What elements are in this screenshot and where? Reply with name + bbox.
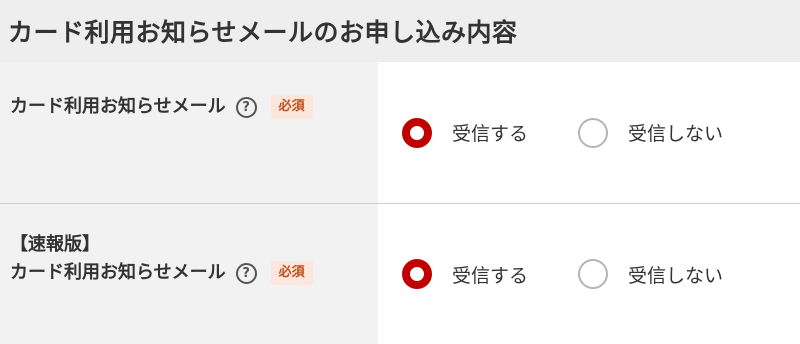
- radio-button-checked[interactable]: [402, 259, 432, 289]
- required-badge: 必須: [270, 95, 313, 119]
- field-label: カード利用お知らせメール: [10, 262, 226, 283]
- label-line: カード利用お知らせメール ? 必須: [10, 258, 370, 288]
- form-row-card-usage-mail-express: 【速報版】 カード利用お知らせメール ? 必須 受信する 受信しない: [0, 204, 800, 344]
- radio-option-receive[interactable]: 受信する: [402, 117, 528, 148]
- required-badge: 必須: [270, 261, 313, 285]
- section-header: カード利用お知らせメールのお申し込み内容: [0, 0, 800, 62]
- label-cell: 【速報版】 カード利用お知らせメール ? 必須: [0, 204, 378, 344]
- radio-group: 受信する 受信しない: [378, 204, 800, 344]
- radio-button-checked[interactable]: [402, 117, 432, 148]
- radio-label[interactable]: 受信しない: [628, 261, 723, 288]
- radio-label[interactable]: 受信しない: [628, 119, 723, 146]
- radio-option-receive[interactable]: 受信する: [402, 259, 528, 289]
- question-circle-icon[interactable]: ?: [235, 96, 257, 118]
- radio-group: 受信する 受信しない: [378, 62, 800, 203]
- question-circle-icon[interactable]: ?: [235, 262, 257, 284]
- field-label-prefix: 【速報版】: [10, 234, 100, 255]
- radio-label[interactable]: 受信する: [452, 261, 528, 288]
- radio-option-not-receive[interactable]: 受信しない: [578, 259, 723, 289]
- label-line: カード利用お知らせメール ? 必須: [10, 92, 370, 122]
- label-cell: カード利用お知らせメール ? 必須: [0, 62, 378, 203]
- field-label: カード利用お知らせメール: [10, 96, 226, 117]
- radio-label[interactable]: 受信する: [452, 119, 528, 146]
- radio-button-unchecked[interactable]: [578, 259, 609, 289]
- form-row-card-usage-mail: カード利用お知らせメール ? 必須 受信する 受信しない: [0, 62, 800, 204]
- radio-option-not-receive[interactable]: 受信しない: [578, 117, 723, 148]
- section-title: カード利用お知らせメールのお申し込み内容: [8, 18, 518, 47]
- radio-button-unchecked[interactable]: [578, 117, 609, 148]
